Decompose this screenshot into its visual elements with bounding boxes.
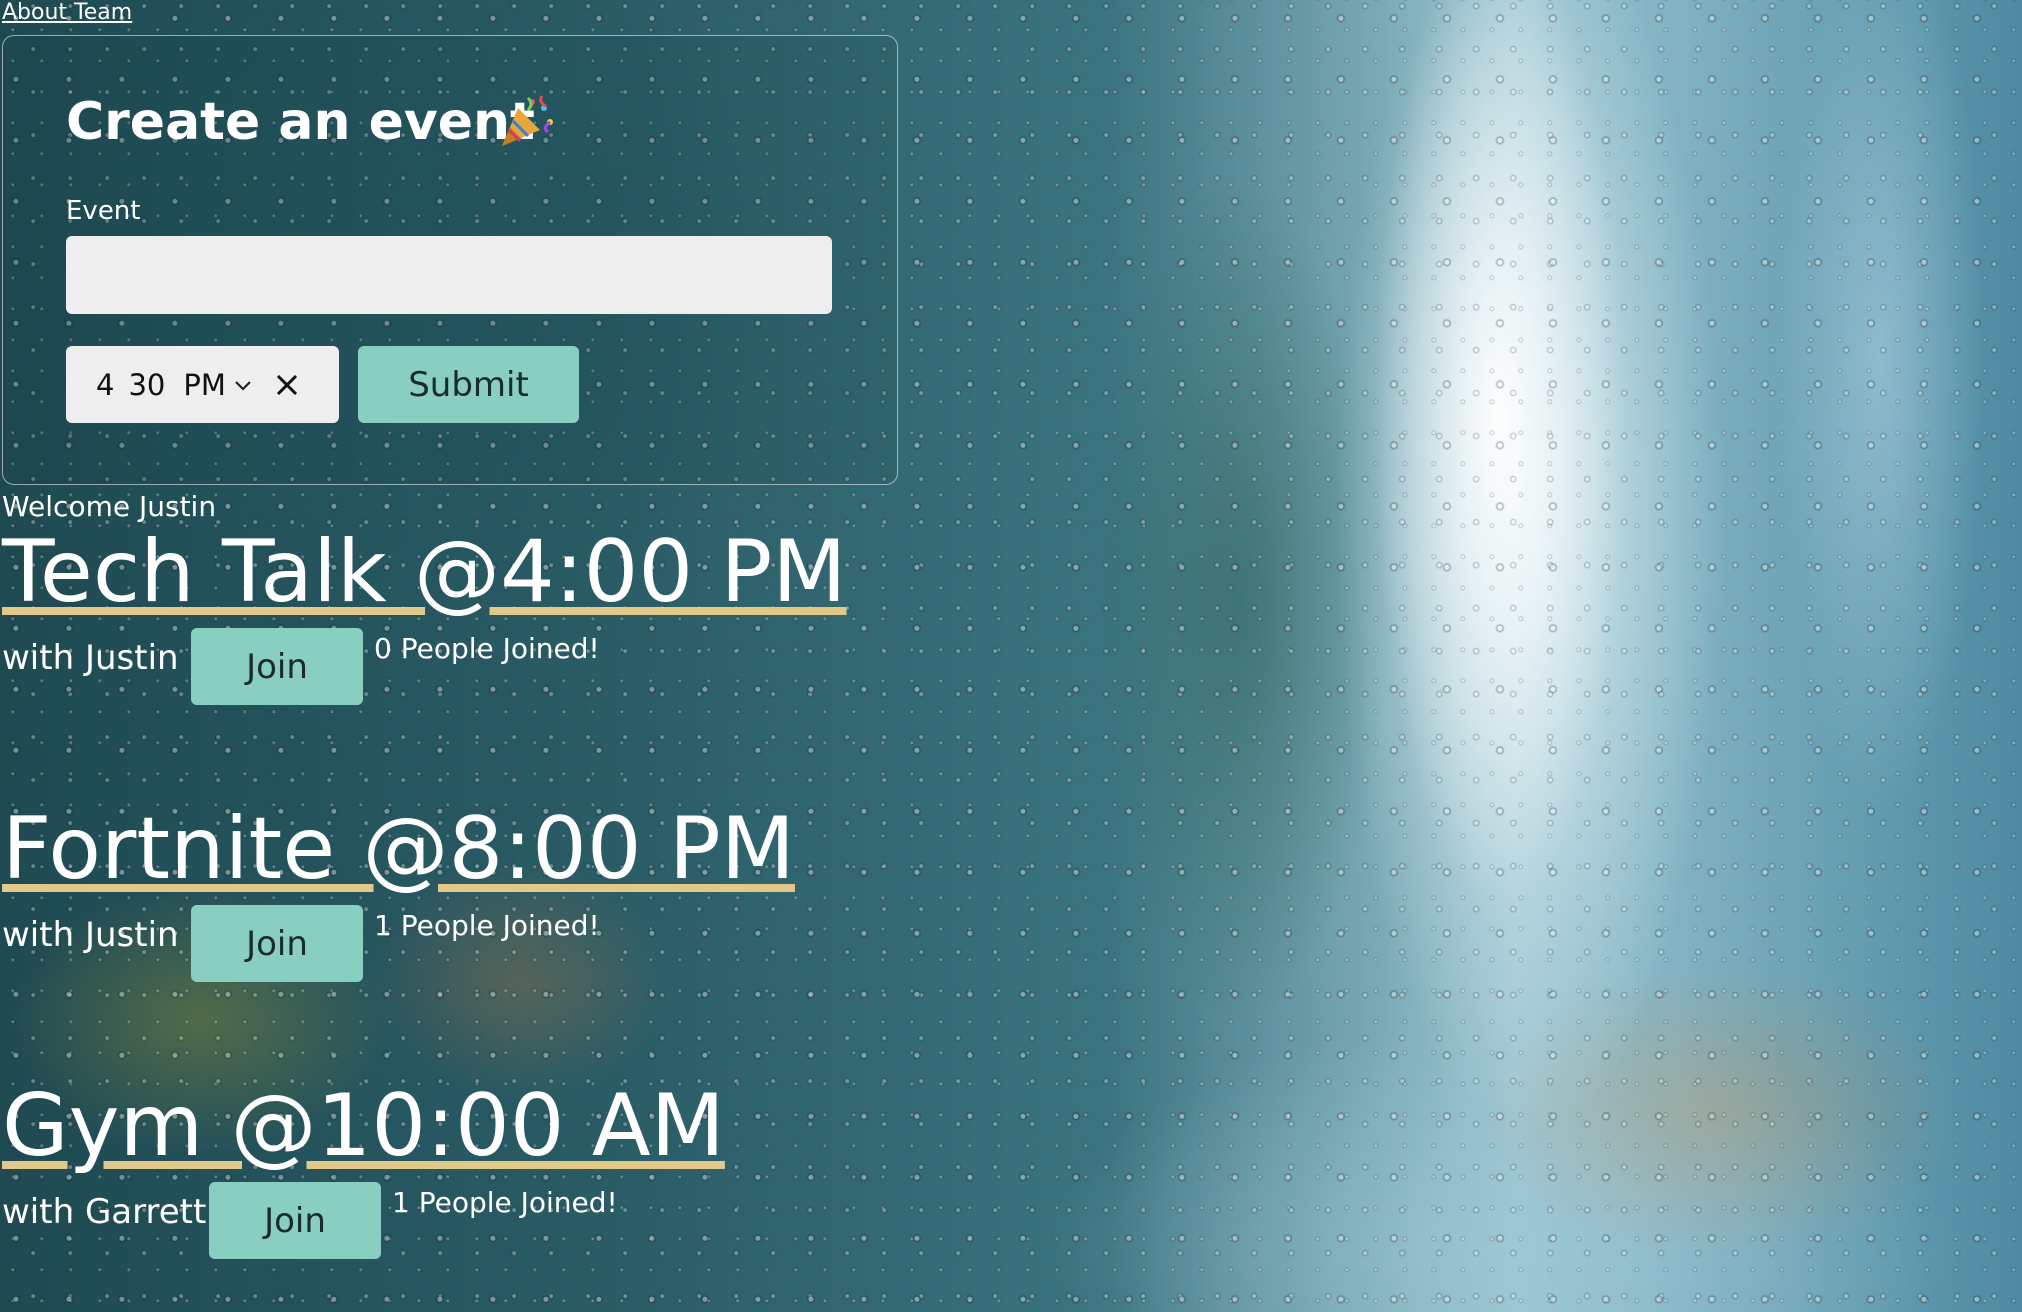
- join-button[interactable]: Join: [191, 905, 363, 982]
- event-title[interactable]: Gym @10:00 AM: [2, 1078, 725, 1174]
- join-button[interactable]: Join: [191, 628, 363, 705]
- event-host: with Justin: [2, 915, 179, 955]
- clear-time-icon[interactable]: [274, 372, 300, 398]
- event-item: Gym @10:00 AM with Garrett Join 1 People…: [2, 1078, 725, 1262]
- event-title[interactable]: Tech Talk @4:00 PM: [2, 524, 847, 620]
- page-content: About Team Create an event Event 4 30 PM…: [0, 0, 2022, 1312]
- chevron-down-icon[interactable]: [232, 374, 254, 396]
- event-item: Tech Talk @4:00 PM with Justin Join 0 Pe…: [2, 524, 847, 708]
- event-host: with Garrett: [2, 1192, 207, 1232]
- event-meta: with Justin Join 1 People Joined!: [2, 905, 795, 985]
- party-popper-icon: [502, 95, 553, 146]
- time-minute[interactable]: 30: [128, 368, 165, 402]
- about-team-link[interactable]: About Team: [2, 0, 132, 25]
- create-event-title: Create an event: [66, 92, 535, 152]
- joined-count: 1 People Joined!: [374, 909, 600, 942]
- joined-count: 1 People Joined!: [392, 1186, 618, 1219]
- event-meta: with Justin Join 0 People Joined!: [2, 628, 847, 708]
- joined-count: 0 People Joined!: [374, 632, 600, 665]
- submit-button[interactable]: Submit: [358, 346, 579, 423]
- time-picker[interactable]: 4 30 PM: [66, 346, 339, 423]
- event-meta: with Garrett Join 1 People Joined!: [2, 1182, 725, 1262]
- event-input[interactable]: [66, 236, 832, 314]
- time-hour[interactable]: 4: [96, 368, 114, 402]
- join-button[interactable]: Join: [209, 1182, 381, 1259]
- event-title[interactable]: Fortnite @8:00 PM: [2, 801, 795, 897]
- event-item: Fortnite @8:00 PM with Justin Join 1 Peo…: [2, 801, 795, 985]
- time-ampm[interactable]: PM: [183, 368, 226, 402]
- event-host: with Justin: [2, 638, 179, 678]
- event-field-label: Event: [66, 196, 141, 226]
- welcome-message: Welcome Justin: [2, 490, 217, 523]
